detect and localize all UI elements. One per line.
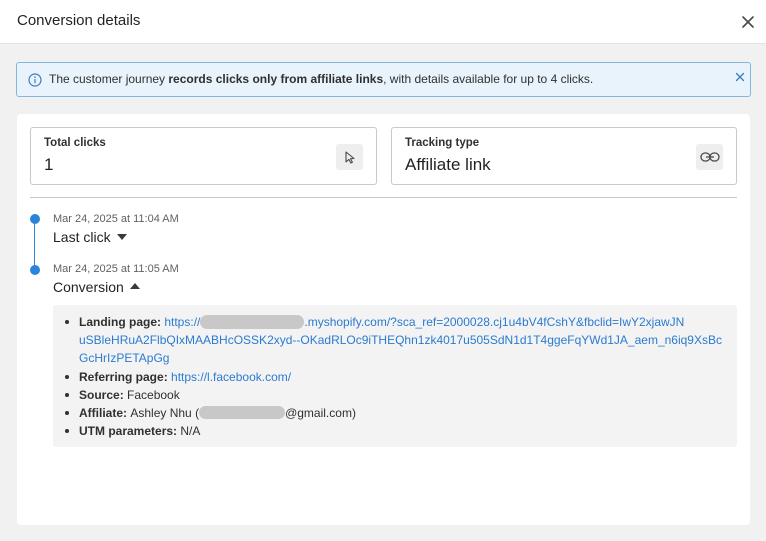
conversion-details: Landing page: https://.myshopify.com/?sc…	[53, 305, 737, 447]
timeline-date: Mar 24, 2025 at 11:05 AM	[53, 263, 179, 275]
conversion-toggle[interactable]: Conversion	[53, 279, 140, 295]
landing-page-url-part: uSBleHRuA2FlbQIxMAABHcOSSK2xyd--OKadRLOc…	[79, 333, 722, 348]
last-click-toggle[interactable]: Last click	[53, 229, 127, 245]
redacted-domain	[200, 314, 305, 329]
dismiss-banner-icon[interactable]	[734, 71, 746, 83]
banner-text-suffix: , with details available for up to 4 cli…	[383, 72, 594, 86]
details-list: Landing page: https://.myshopify.com/?sc…	[53, 313, 722, 440]
utm-value: N/A	[180, 424, 201, 439]
source-label: Source	[79, 387, 120, 402]
landing-page-url-part: GcHrIzPETApGg	[79, 351, 170, 366]
timeline-title: Last click	[53, 229, 111, 245]
banner-text: The customer journey records clicks only…	[49, 72, 593, 86]
timeline-title: Conversion	[53, 279, 124, 295]
info-banner: The customer journey records clicks only…	[16, 62, 751, 97]
affiliate-name: Ashley Nhu	[130, 406, 192, 421]
affiliate-item: Affiliate: Ashley Nhu (@gmail.com)	[53, 404, 722, 422]
chevron-down-icon	[116, 234, 127, 241]
utm-item: UTM parameters: N/A	[53, 422, 722, 440]
landing-page-url-part: .myshopify.com/?sca_ref=2000028.cj1u4bV4…	[304, 315, 685, 329]
utm-label: UTM parameters:	[79, 424, 178, 439]
modal-header: Conversion details	[0, 0, 766, 44]
info-icon	[28, 73, 42, 87]
tracking-type-value: Affiliate link	[405, 155, 491, 174]
affiliate-email-suffix: @gmail.com	[285, 406, 352, 421]
landing-page-link[interactable]: https:// .myshopify.com/?sca_ref=2000028.…	[79, 314, 722, 366]
total-clicks-card: Total clicks 1	[30, 127, 377, 185]
banner-text-prefix: The customer journey	[49, 72, 169, 86]
total-clicks-label: Total clicks	[44, 137, 106, 149]
referring-page-item: Referring page: https://l.facebook.com/	[53, 368, 722, 386]
link-icon	[696, 144, 723, 170]
modal-title: Conversion details	[17, 12, 141, 29]
banner-text-bold: records clicks only from affiliate links	[168, 72, 384, 86]
source-value: Facebook	[127, 387, 180, 402]
tracking-type-card: Tracking type Affiliate link	[391, 127, 737, 185]
timeline-dot	[30, 214, 40, 224]
source-item: Source: Facebook	[53, 386, 722, 404]
chevron-up-icon	[129, 283, 140, 290]
referring-page-link[interactable]: https://l.facebook.com/	[171, 370, 291, 384]
timeline-line	[34, 221, 35, 271]
conversion-card: Total clicks 1 Tracking type Affiliate l…	[17, 114, 750, 525]
total-clicks-value: 1	[44, 155, 54, 174]
landing-page-item: Landing page: https://.myshopify.com/?sc…	[53, 313, 722, 368]
cursor-icon	[336, 144, 363, 170]
referring-page-label: Referring page	[79, 369, 164, 384]
timeline-dot	[30, 265, 40, 275]
redacted-email	[199, 406, 286, 420]
landing-page-url-prefix: https://	[164, 315, 201, 329]
close-icon[interactable]	[739, 13, 757, 31]
tracking-type-label: Tracking type	[405, 137, 480, 149]
divider	[30, 197, 737, 198]
affiliate-label: Affiliate	[79, 406, 124, 421]
landing-page-label: Landing page	[79, 315, 157, 329]
timeline-date: Mar 24, 2025 at 11:04 AM	[53, 213, 179, 225]
